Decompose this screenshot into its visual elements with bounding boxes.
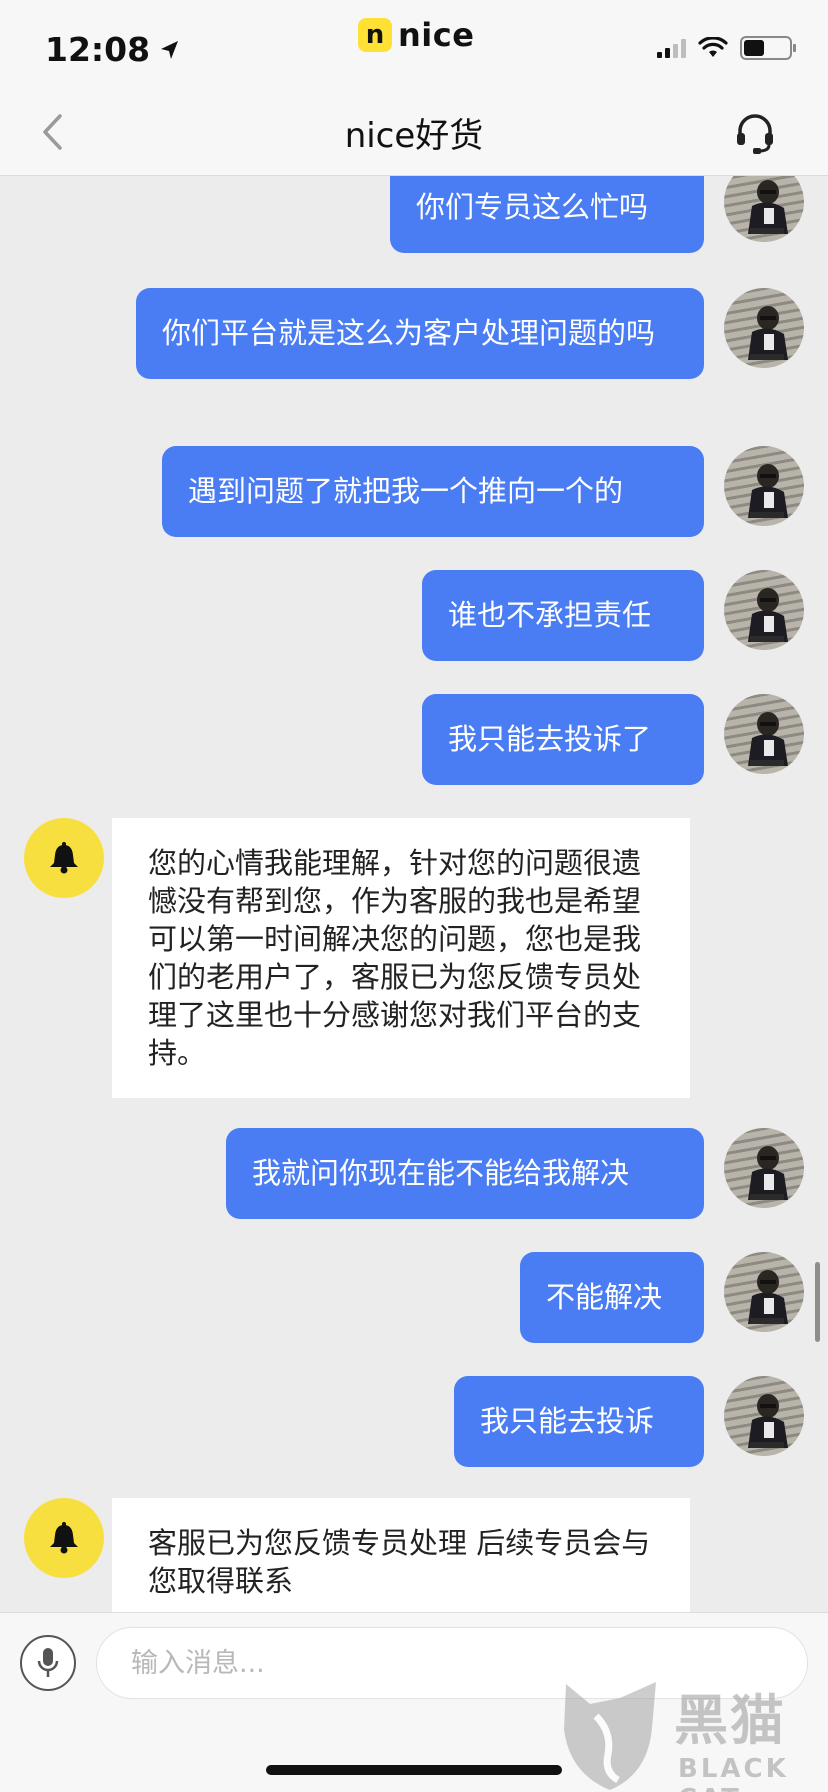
watermark: 黑猫 BLACK CAT [556, 1676, 828, 1792]
bot-avatar[interactable] [24, 818, 104, 898]
black-cat-logo-icon [564, 1682, 656, 1790]
page-title: nice好货 [344, 116, 484, 156]
app-brand: n nice [358, 16, 474, 54]
user-avatar[interactable] [724, 446, 804, 526]
user-avatar[interactable] [724, 288, 804, 368]
status-icons [657, 36, 796, 60]
message-bubble[interactable]: 我就问你现在能不能给我解决 [226, 1128, 704, 1219]
battery-icon [740, 36, 796, 60]
scrollbar[interactable] [815, 1262, 820, 1342]
watermark-subtext: BLACK CAT [678, 1754, 789, 1792]
user-avatar[interactable] [724, 694, 804, 774]
clock: 12:08 [45, 30, 151, 69]
home-indicator [266, 1765, 562, 1775]
message-bubble[interactable]: 谁也不承担责任 [422, 570, 704, 661]
voice-input-button[interactable] [20, 1635, 76, 1691]
user-avatar[interactable] [724, 1128, 804, 1208]
wifi-icon [698, 37, 728, 57]
user-avatar[interactable] [724, 1376, 804, 1456]
message-bubble[interactable]: 遇到问题了就把我一个推向一个的 [162, 446, 704, 537]
watermark-text: 黑猫 [674, 1689, 786, 1752]
brand-name: nice [398, 16, 475, 54]
location-arrow-icon [161, 40, 179, 59]
message-bubble[interactable]: 我只能去投诉 [454, 1376, 704, 1467]
bot-avatar[interactable] [24, 1498, 104, 1578]
user-avatar[interactable] [724, 1252, 804, 1332]
battery-level [744, 40, 764, 56]
bell-icon [50, 1522, 78, 1554]
brand-logo-icon: n [358, 18, 392, 52]
message-bubble[interactable]: 你们专员这么忙吗 [390, 176, 704, 253]
header: 12:08 n nice nice好货 [0, 0, 828, 176]
cellular-signal-icon [657, 38, 686, 58]
message-bubble[interactable]: 你们平台就是这么为客户处理问题的吗 [136, 288, 704, 379]
user-avatar[interactable] [724, 570, 804, 650]
microphone-icon [37, 1648, 59, 1677]
message-bubble[interactable]: 您的心情我能理解，针对您的问题很遗憾没有帮到您，作为客服的我也是希望可以第一时间… [112, 818, 690, 1098]
user-avatar[interactable] [724, 176, 804, 242]
chat-history[interactable]: 你们专员这么忙吗你们平台就是这么为客户处理问题的吗遇到问题了就把我一个推向一个的… [0, 176, 828, 1612]
message-bubble[interactable]: 不能解决 [520, 1252, 704, 1343]
message-bubble[interactable]: 我只能去投诉了 [422, 694, 704, 785]
headset-icon [737, 114, 773, 154]
message-bubble[interactable]: 客服已为您反馈专员处理 后续专员会与您取得联系 [112, 1498, 690, 1612]
status-time: 12:08 [45, 30, 182, 69]
bell-icon [50, 842, 78, 874]
customer-support-button[interactable] [730, 108, 780, 158]
